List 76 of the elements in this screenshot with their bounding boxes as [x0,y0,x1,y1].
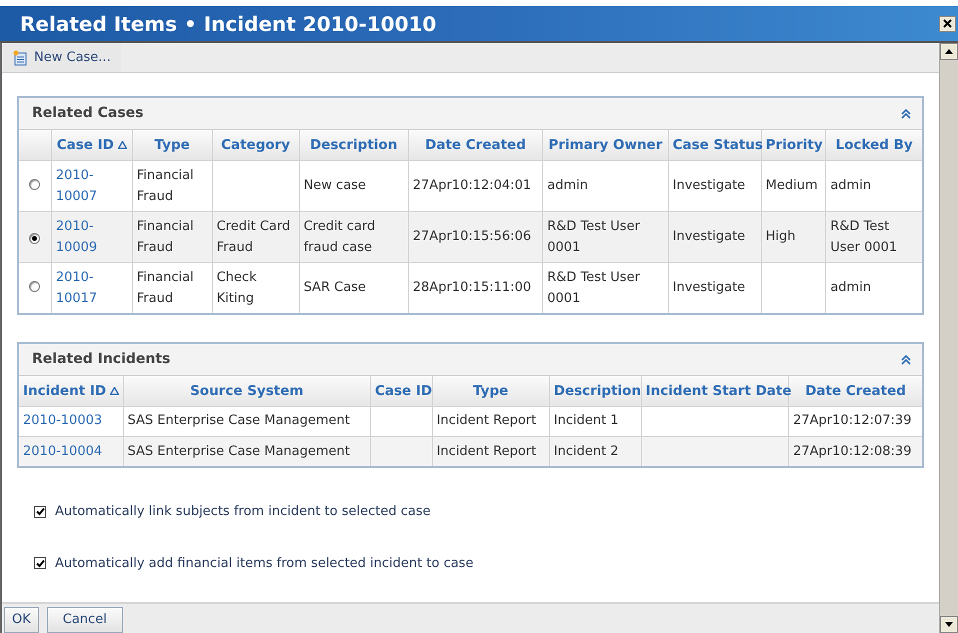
table-cell: Investigate [668,160,762,211]
case-link[interactable]: 2010-10009 [56,216,128,258]
scrollbar[interactable] [939,43,958,633]
column-header[interactable]: Type [132,130,212,160]
panel-title: Related Incidents [32,350,170,369]
table-cell: New case [299,160,408,211]
table-cell: 28Apr10:15:11:00 [408,262,543,313]
table-cell: Investigate [668,262,762,313]
table-cell: Medium [761,160,826,211]
table-cell: 27Apr10:12:07:39 [788,406,922,436]
new-document-icon [12,50,28,66]
table-cell: admin [826,160,922,211]
selected-table-row[interactable]: 2010-10009 Financial Fraud Credit Card Fraud Credit card fraud case 27Apr10:15:56:06 R&D Test User 0001 Investigate High R&D Test User 0001 [19,211,922,262]
collapse-icon[interactable] [900,108,912,120]
table-cell: Credit Card Fraud [212,211,300,262]
column-header[interactable]: Date Created [408,130,543,160]
table-cell: 27Apr10:12:04:01 [408,160,543,211]
column-header[interactable]: Case Status [668,130,762,160]
table-cell: Investigate [668,211,762,262]
sort-ascending-icon [110,386,120,395]
new-case-button[interactable]: New Case... [2,43,121,72]
table-cell: 27Apr10:15:56:06 [408,211,543,262]
close-button[interactable] [939,16,956,32]
column-header[interactable]: Case ID [370,376,432,406]
column-header[interactable]: Source System [123,376,370,406]
table-cell: Financial Fraud [132,160,212,211]
table-cell: Incident 2 [549,436,642,466]
table-cell: R&D Test User 0001 [542,211,668,262]
checkbox-label: Automatically add financial items from selected incident to case [55,554,474,572]
radio-button[interactable] [29,232,40,244]
table-cell: admin [826,262,922,313]
table-cell: Incident Report [432,436,550,466]
column-header[interactable]: Case ID [51,130,132,160]
cancel-button[interactable]: Cancel [46,607,123,633]
column-header[interactable]: Incident ID [19,376,124,406]
column-header[interactable]: Description [549,376,642,406]
sort-ascending-icon [118,140,127,149]
checkbox[interactable] [34,506,46,518]
table-cell: Financial Fraud [132,211,212,262]
radio-button[interactable] [29,178,40,190]
case-link[interactable]: 2010-10017 [56,266,128,309]
table-cell: SAR Case [299,262,408,313]
table-cell: SAS Enterprise Case Management [123,406,370,436]
checkbox[interactable] [34,557,46,570]
panel-title: Related Cases [32,104,144,123]
incident-link[interactable]: 2010-10003 [23,413,102,428]
table-cell: Credit card fraud case [299,211,408,262]
table-cell: R&D Test User 0001 [826,211,922,262]
table-cell: Check Kiting [212,262,300,313]
column-header[interactable]: Type [432,376,550,406]
radio-button[interactable] [29,280,40,292]
table-cell: Incident 1 [549,406,642,436]
case-link[interactable]: 2010-10007 [56,164,128,206]
column-header[interactable]: Category [212,130,300,160]
table-cell: High [761,211,826,262]
column-header[interactable]: Priority [761,130,826,160]
column-header[interactable]: Description [299,130,408,160]
table-cell: R&D Test User 0001 [542,262,668,313]
table-cell: admin [542,160,668,211]
table-cell: SAS Enterprise Case Management [123,436,370,466]
table-cell: Financial Fraud [132,262,212,313]
ok-button[interactable]: OK [4,607,39,633]
collapse-icon[interactable] [900,354,912,366]
checkbox-label: Automatically link subjects from incident to selected case [55,503,431,521]
column-header[interactable]: Incident Start Date [641,376,789,406]
column-header[interactable]: Primary Owner [542,130,668,160]
table-row[interactable]: 2010-10007 Financial Fraud New case 27Apr10:12:04:01 admin Investigate Medium admin [19,160,922,211]
scroll-up-icon[interactable] [940,43,958,60]
table-row[interactable]: 2010-10017 Financial Fraud Check Kiting SAR Case 28Apr10:15:11:00 R&D Test User 0001 Investigate admin [19,262,922,313]
column-header[interactable]: Locked By [826,130,922,160]
scroll-down-icon[interactable] [940,616,958,633]
window-title: Related Items • Incident 2010-10010 [20,10,436,38]
incident-link[interactable]: 2010-10004 [23,444,102,458]
close-icon [943,19,952,28]
table-cell: 27Apr10:12:08:39 [788,436,922,466]
table-cell: Incident Report [432,406,550,436]
